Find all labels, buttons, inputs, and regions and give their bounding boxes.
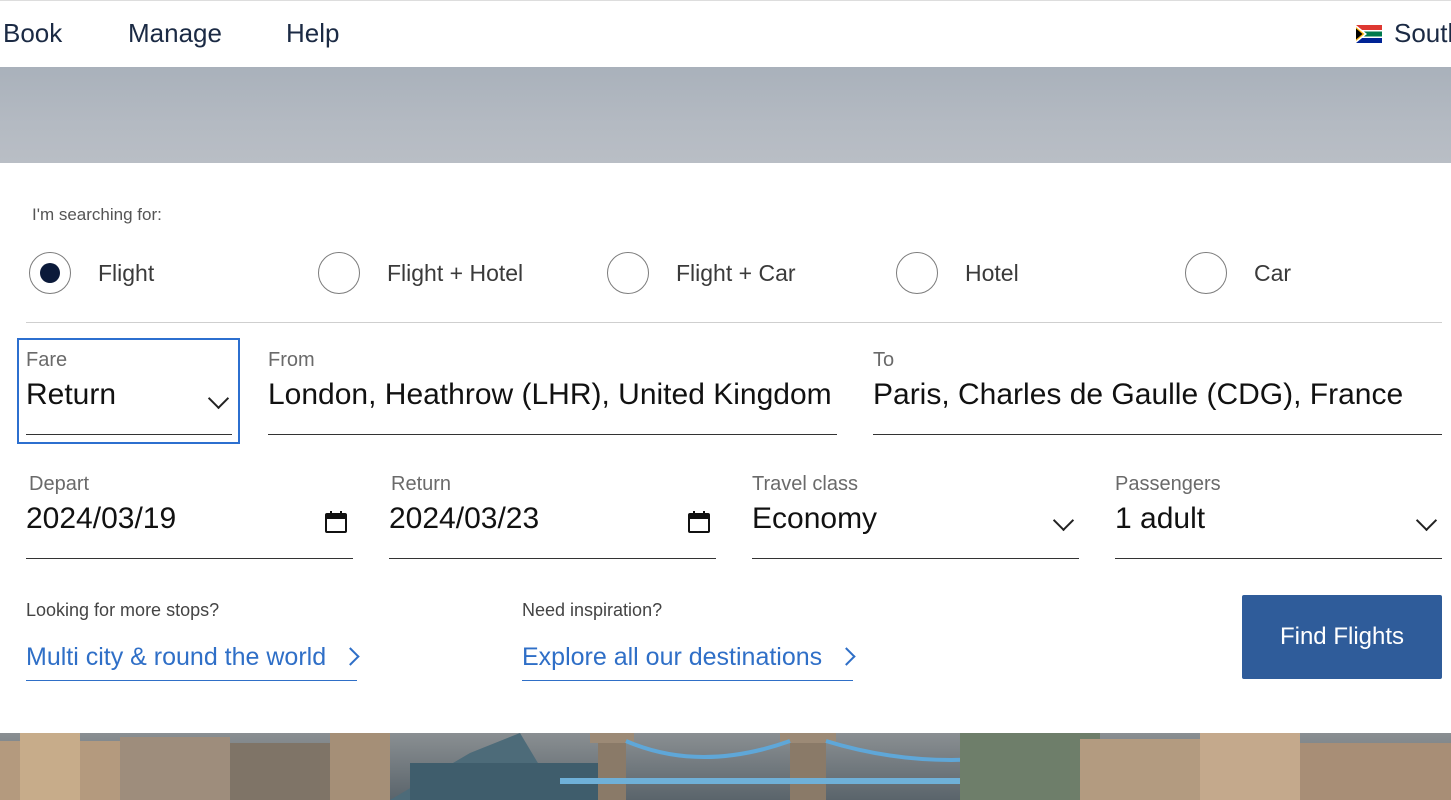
travel-class-underline [752,558,1079,559]
from-field[interactable]: From London, Heathrow (LHR), United King… [268,349,837,435]
radio-label: Hotel [965,259,1019,286]
booking-panel: I'm searching for: Flight Flight + Hotel… [0,163,1451,733]
hero-image-bottom [0,733,1451,800]
radio-label: Flight + Car [676,259,796,286]
fare-value: Return [26,378,117,411]
explore-destinations-link[interactable]: Explore all our destinations [522,643,856,681]
return-date-field[interactable]: Return 2024/03/23 [389,473,716,559]
return-label: Return [391,473,452,495]
chevron-right-icon [341,647,360,666]
radio-selected-dot [40,263,60,283]
radio-label: Flight [98,259,155,286]
radio-car[interactable]: Car [1185,252,1291,294]
from-underline [268,434,837,435]
top-navigation: Book Manage Help South [0,0,1451,68]
calendar-icon[interactable] [687,510,711,534]
find-flights-button[interactable]: Find Flights [1242,595,1442,679]
fare-label: Fare [26,349,68,371]
multi-city-link[interactable]: Multi city & round the world [26,643,360,681]
passengers-underline [1115,558,1442,559]
radio-circle-selected[interactable] [29,252,71,294]
radio-circle[interactable] [1185,252,1227,294]
to-value[interactable]: Paris, Charles de Gaulle (CDG), France [873,378,1442,412]
explore-link-text: Explore all our destinations [522,643,823,671]
hero-image-top [0,67,1451,163]
inspiration-label: Need inspiration? [522,600,663,620]
travel-class-select[interactable]: Travel class Economy [752,473,1079,559]
travel-class-value: Economy [752,502,878,535]
calendar-icon[interactable] [324,510,348,534]
country-label: South [1394,18,1451,48]
radio-label: Car [1254,259,1292,286]
south-africa-flag-icon [1356,24,1382,43]
passengers-value: 1 adult [1115,502,1206,535]
city-skyline-image [0,733,1451,800]
depart-label: Depart [29,473,90,495]
radio-flight-car[interactable]: Flight + Car [607,252,796,294]
to-field[interactable]: To Paris, Charles de Gaulle (CDG), Franc… [873,349,1442,435]
multi-city-link-text: Multi city & round the world [26,643,327,671]
fare-select[interactable]: Fare Return [26,349,232,435]
radio-circle[interactable] [607,252,649,294]
section-divider [26,322,1442,323]
nav-book[interactable]: Book [3,18,62,49]
country-selector[interactable]: South [1356,18,1451,49]
from-label: From [268,349,315,371]
to-label: To [873,349,895,371]
depart-value[interactable]: 2024/03/19 [26,502,353,536]
radio-flight-hotel[interactable]: Flight + Hotel [318,252,523,294]
more-stops-label: Looking for more stops? [26,600,220,620]
fare-underline [26,434,232,435]
depart-date-field[interactable]: Depart 2024/03/19 [26,473,353,559]
chevron-right-icon [837,647,856,666]
passengers-label: Passengers [1115,473,1221,495]
search-type-label: I'm searching for: [32,205,162,224]
travel-class-label: Travel class [752,473,858,495]
nav-manage[interactable]: Manage [128,18,222,49]
return-value[interactable]: 2024/03/23 [389,502,716,536]
radio-hotel[interactable]: Hotel [896,252,1019,294]
to-underline [873,434,1442,435]
radio-circle[interactable] [896,252,938,294]
from-value[interactable]: London, Heathrow (LHR), United Kingdom [268,378,837,412]
radio-flight[interactable]: Flight [29,252,154,294]
nav-help[interactable]: Help [286,18,339,49]
radio-circle[interactable] [318,252,360,294]
depart-underline [26,558,353,559]
return-underline [389,558,716,559]
radio-label: Flight + Hotel [387,259,524,286]
passengers-select[interactable]: Passengers 1 adult [1115,473,1442,559]
